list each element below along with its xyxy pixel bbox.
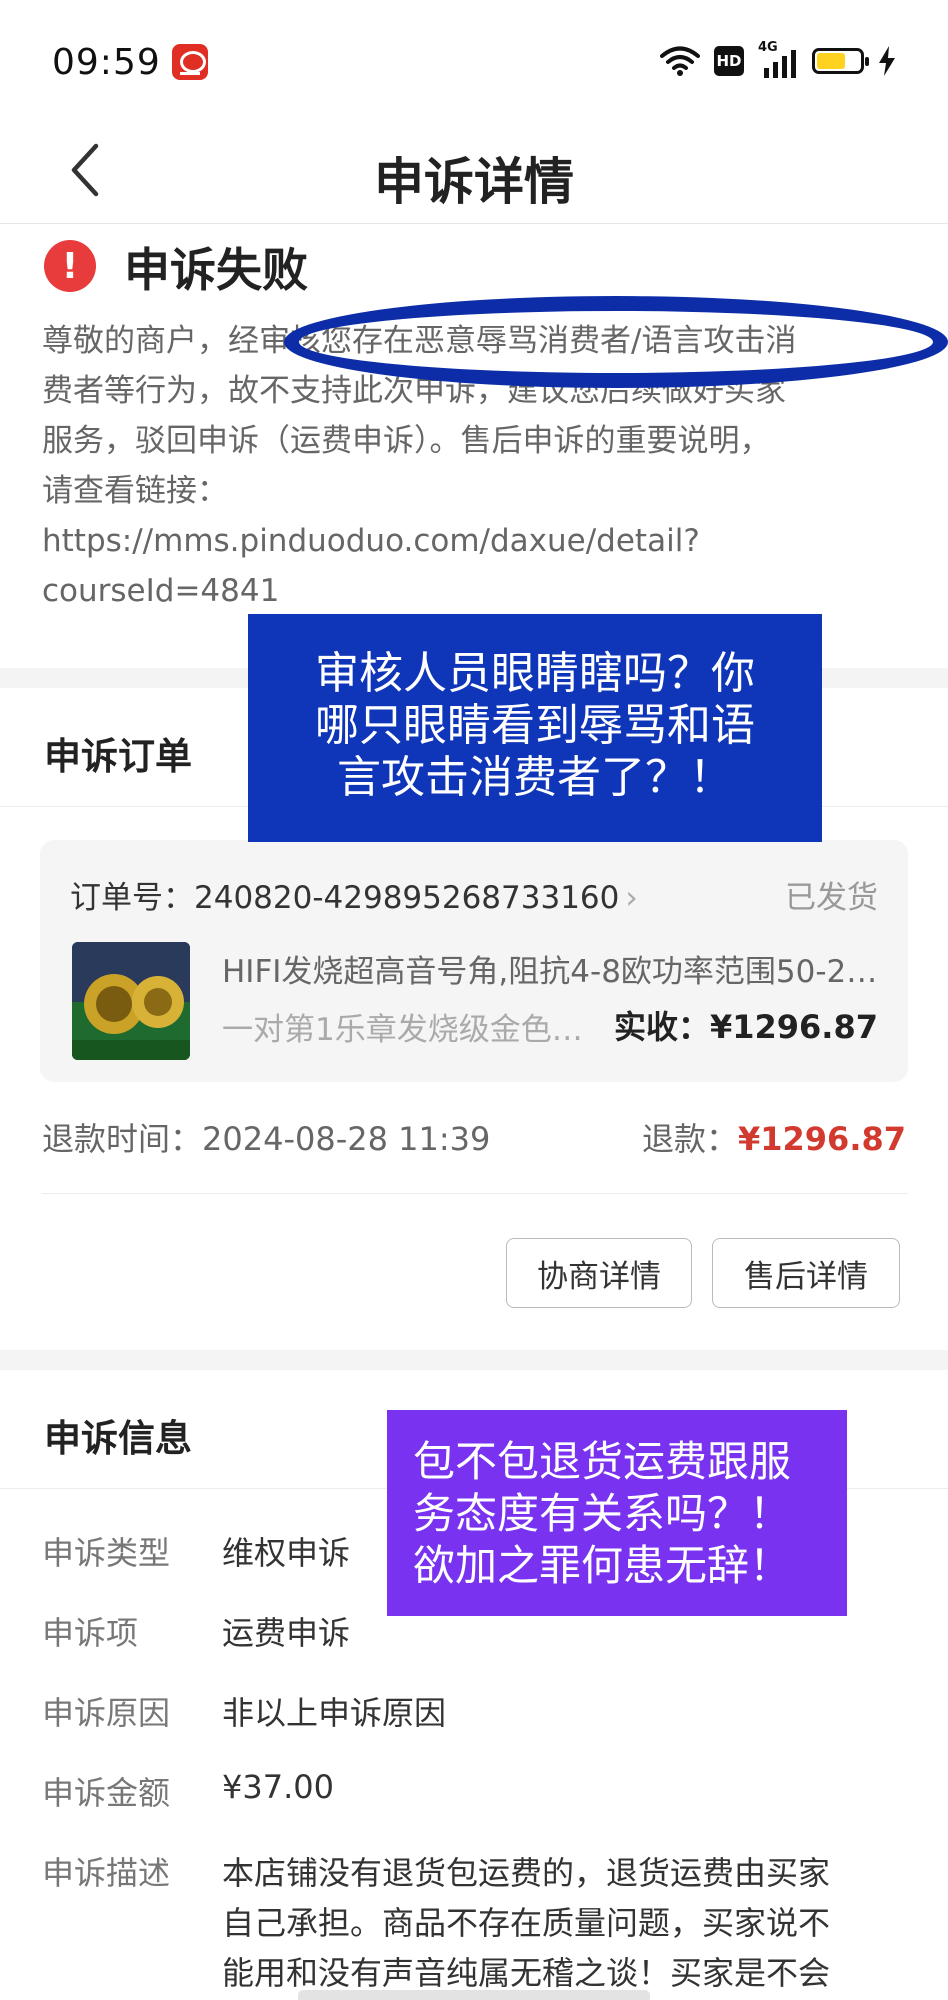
paid-amount: 实收：¥1296.87 [613,1008,878,1046]
wifi-icon [660,46,700,76]
refund-label: 退款： [641,1120,738,1158]
product-spec: 一对第1乐章发烧级金色号角高音 [222,1012,602,1048]
info-value: 维权申诉 [222,1534,351,1572]
pinduoduo-app-icon [172,44,208,80]
battery-icon [812,48,869,74]
info-value: ¥37.00 [222,1768,334,1806]
home-indicator[interactable] [298,1990,650,2000]
appeal-status-section: ! 申诉失败 尊敬的商户，经审核您存在恶意辱骂消费者/语言攻击消 费者等行为，故… [0,224,948,668]
info-label: 申诉描述 [42,1854,171,1892]
status-time: 09:59 [52,42,161,83]
section-title: 申诉订单 [44,735,192,778]
chevron-right-icon: › [625,880,638,916]
appeal-description: 本店铺没有退货包运费的，退货运费由买家 自己承担。商品不存在质量问题，买家说不 … [222,1848,912,1998]
order-number-link[interactable]: 订单号：240820-429895268733160 › [70,872,638,917]
charging-icon [879,46,895,76]
status-icons: HD 4G [660,40,896,78]
note-line: 审核人员眼睛瞎吗？你 [315,648,755,699]
info-value: 运费申诉 [222,1614,351,1652]
page-title: 申诉详情 [374,153,574,211]
info-value: 非以上申诉原因 [222,1694,447,1732]
signal-icon: 4G [758,40,798,78]
info-label: 申诉金额 [42,1774,171,1812]
highlight-oval-annotation [284,296,948,388]
blue-annotation-note: 审核人员眼睛瞎吗？你 哪只眼睛看到辱骂和语 言攻击消费者了？！ [248,614,822,842]
note-line: 务态度有关系吗？！ [413,1489,792,1538]
guide-link[interactable]: https://mms.pinduoduo.com/daxue/detail? [42,516,912,566]
status-bar: 09:59 HD 4G [0,0,948,118]
note-line: 欲加之罪何患无辞！ [413,1541,792,1590]
product-thumbnail [72,942,190,1060]
negotiation-details-button[interactable]: 协商详情 [506,1238,692,1308]
appeal-status-title: 申诉失败 [124,243,308,297]
note-line: 哪只眼睛看到辱骂和语 [315,700,755,751]
info-label: 申诉项 [42,1614,139,1652]
guide-link[interactable]: courseId=4841 [42,566,912,616]
order-card[interactable]: 订单号：240820-429895268733160 › 已发货 HIFI发烧超高… [40,840,908,1082]
description-line: 请查看链接： [42,473,228,509]
refund-amount: 退款：¥1296.87 [642,1114,906,1160]
section-divider [0,1350,948,1370]
nav-bar: 申诉详情 [0,118,948,224]
product-name: HIFI发烧超高音号角,阻抗4-8欧功率范围50-200W [222,954,882,990]
purple-annotation-note: 包不包退货运费跟服 务态度有关系吗？！ 欲加之罪何患无辞！ [387,1410,847,1616]
note-line: 包不包退货运费跟服 [413,1437,792,1486]
hd-icon: HD [714,46,744,76]
order-status: 已发货 [785,880,878,916]
description-line: 自己承担。商品不存在质量问题，买家说不 [222,1904,831,1942]
refund-time: 退款时间：2024-08-28 11:39 [42,1120,491,1158]
info-label: 申诉类型 [42,1534,171,1572]
alert-icon: ! [44,240,96,292]
order-number: 订单号：240820-429895268733160 [70,880,620,916]
refund-value: ¥1296.87 [737,1120,906,1158]
info-label: 申诉原因 [42,1694,171,1732]
note-line: 言攻击消费者了？！ [337,752,733,803]
description-line: 服务，驳回申诉（运费申诉）。售后申诉的重要说明， [42,423,771,459]
divider [42,1193,908,1194]
aftersale-details-button[interactable]: 售后详情 [712,1238,900,1308]
section-title: 申诉信息 [44,1417,192,1460]
description-line: 本店铺没有退货包运费的，退货运费由买家 [222,1854,831,1892]
